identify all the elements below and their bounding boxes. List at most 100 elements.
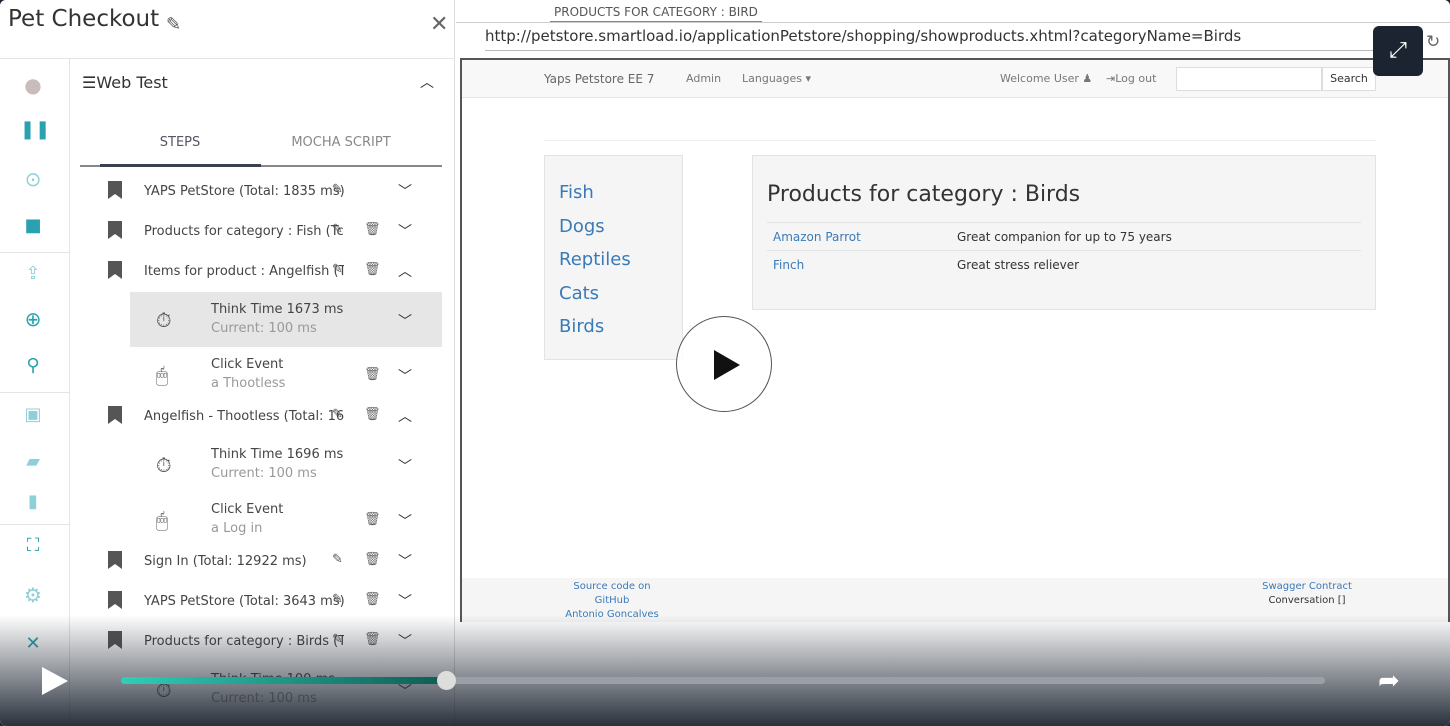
chevron-up-icon[interactable]: ︿ — [398, 261, 412, 281]
category-list: Fish Dogs Reptiles Cats Birds — [544, 155, 683, 360]
close-icon[interactable]: ✕ — [430, 12, 448, 37]
step-item[interactable]: YAPS PetStore (Total: 1835 ms) ✎ ﹀ — [80, 172, 442, 212]
trash-icon[interactable]: 🗑 — [364, 512, 381, 527]
product-link[interactable]: Finch — [773, 258, 804, 272]
test-title: Pet Checkout — [8, 6, 160, 32]
save-icon[interactable]: ▣ — [20, 404, 46, 425]
play-circle-icon[interactable]: ⊙ — [20, 167, 46, 191]
sub-step-title: Click Event — [211, 502, 284, 517]
nav-admin[interactable]: Admin — [686, 72, 721, 85]
tab-mocha-script[interactable]: MOCHA SCRIPT — [261, 135, 421, 150]
nav-welcome[interactable]: Welcome User ♟ — [1000, 72, 1092, 85]
category-link[interactable]: Reptiles — [559, 249, 631, 270]
site-search-button[interactable]: Search — [1322, 67, 1376, 91]
footer-conversation: Conversation [] — [1268, 595, 1346, 606]
trash-icon[interactable]: 🗑 — [364, 262, 381, 277]
step-label: YAPS PetStore (Total: 3643 ms) — [144, 594, 344, 609]
tab-steps[interactable]: STEPS — [100, 135, 260, 150]
chevron-up-icon[interactable]: ︿ — [398, 406, 412, 426]
edit-icon[interactable]: ✎ — [332, 222, 343, 237]
video-controls-overlay — [0, 615, 1450, 726]
edit-icon[interactable]: ✎ — [332, 552, 343, 567]
footer-github[interactable]: GitHub — [552, 594, 672, 608]
category-link[interactable]: Fish — [559, 182, 594, 203]
expand-icon[interactable]: ⤢ — [1373, 26, 1423, 76]
chevron-down-icon[interactable]: ﹀ — [398, 181, 412, 201]
sub-step[interactable]: 🖱 Click Event a Thootless 🗑 ﹀ — [130, 347, 442, 402]
trash-icon[interactable]: 🗑 — [364, 407, 381, 422]
play-icon[interactable] — [42, 667, 68, 695]
pause-icon[interactable]: ❚❚ — [20, 119, 50, 140]
url-bar[interactable]: http://petstore.smartload.io/application… — [485, 27, 1375, 51]
trash-icon[interactable]: 🗑 — [364, 592, 381, 607]
step-item[interactable]: Products for category : Fish (Tc ✎ 🗑 ﹀ — [80, 212, 442, 252]
step-label: Products for category : Fish (Tc — [144, 224, 344, 239]
share-icon[interactable]: ➦ — [1378, 666, 1400, 696]
chevron-down-icon[interactable]: ﹀ — [398, 366, 412, 386]
edit-icon[interactable]: ✎ — [332, 407, 343, 422]
product-desc: Great companion for up to 75 years — [957, 230, 1172, 244]
upload-icon[interactable]: ⇪ — [20, 263, 46, 284]
step-item[interactable]: Sign In (Total: 12922 ms) ✎ 🗑 ﹀ — [80, 542, 442, 582]
edit-icon[interactable]: ✎ — [332, 262, 343, 277]
product-link[interactable]: Amazon Parrot — [773, 230, 861, 244]
settings-icon[interactable]: ⚙ — [20, 583, 46, 607]
divider — [544, 140, 1376, 141]
fullscreen-icon[interactable]: ⛶ — [20, 535, 46, 556]
trash-icon[interactable]: 🗑 — [364, 222, 381, 237]
category-link[interactable]: Birds — [559, 316, 604, 337]
active-tab-indicator — [100, 164, 261, 167]
add-circle-icon[interactable]: ⊕ — [20, 307, 46, 331]
nav-logout[interactable]: ⇥Log out — [1106, 72, 1156, 85]
bookmark-icon — [108, 591, 122, 609]
nav-languages[interactable]: Languages ▾ — [742, 72, 811, 85]
chevron-down-icon[interactable]: ﹀ — [398, 591, 412, 611]
progress-knob[interactable] — [437, 671, 457, 690]
sub-step-detail: a Log in — [211, 521, 263, 536]
sub-step[interactable]: ⏱ Think Time 1673 ms Current: 100 ms ﹀ — [130, 292, 442, 347]
step-item[interactable]: Items for product : Angelfish (T ✎ 🗑 ︿ — [80, 252, 442, 292]
center-play-button[interactable] — [676, 316, 772, 412]
list-icon: ☰ — [82, 73, 97, 92]
edit-icon[interactable]: ✎ — [332, 182, 343, 197]
category-link[interactable]: Dogs — [559, 216, 605, 237]
chevron-down-icon[interactable]: ﹀ — [398, 551, 412, 571]
site-search-input[interactable] — [1176, 67, 1322, 91]
browser-tab[interactable]: PRODUCTS FOR CATEGORY : BIRD — [550, 5, 762, 23]
sub-step-detail: Current: 100 ms — [211, 321, 317, 336]
bookmark-icon — [108, 551, 122, 569]
divider — [0, 252, 70, 253]
bookmark-icon — [108, 261, 122, 279]
category-link[interactable]: Cats — [559, 283, 599, 304]
product-row: Amazon Parrot Great companion for up to … — [767, 222, 1361, 250]
footer-source[interactable]: Source code on — [552, 580, 672, 594]
products-heading: Products for category : Birds — [767, 182, 1081, 207]
folder-open-icon[interactable]: ▰ — [20, 451, 46, 472]
bookmark-icon — [108, 181, 122, 199]
record-icon[interactable]: ● — [20, 73, 46, 97]
chevron-down-icon[interactable]: ﹀ — [398, 221, 412, 241]
chevron-down-icon[interactable]: ﹀ — [398, 311, 412, 331]
products-panel: Products for category : Birds Amazon Par… — [752, 155, 1376, 310]
site-brand[interactable]: Yaps Petstore EE 7 — [544, 72, 654, 86]
divider — [456, 22, 1450, 23]
search-icon[interactable]: ⚲ — [20, 355, 46, 376]
video-frame: Pet Checkout ✎ ✕ ● ❚❚ ⊙ ■ ⇪ ⊕ ⚲ ▣ ▰ ▮ ⛶ … — [0, 0, 1450, 726]
collapse-chevron-icon[interactable]: ︿ — [420, 72, 434, 92]
stop-icon[interactable]: ■ — [20, 215, 46, 236]
sub-step[interactable]: 🖱 Click Event a Log in 🗑 ﹀ — [130, 492, 442, 547]
footer-swagger[interactable]: Swagger Contract — [1242, 580, 1372, 594]
site-navbar: Yaps Petstore EE 7 Admin Languages ▾ Wel… — [462, 60, 1448, 98]
reload-icon[interactable]: ↻ — [1426, 32, 1440, 52]
edit-icon[interactable]: ✎ — [332, 592, 343, 607]
bookmark-icon — [108, 221, 122, 239]
chevron-down-icon[interactable]: ﹀ — [398, 511, 412, 531]
trash-icon[interactable]: 🗑 — [364, 552, 381, 567]
file-icon[interactable]: ▮ — [20, 491, 46, 512]
sub-step[interactable]: ⏱ Think Time 1696 ms Current: 100 ms ﹀ — [130, 437, 442, 492]
step-item[interactable]: Angelfish - Thootless (Total: 16 ✎ 🗑 ︿ — [80, 397, 442, 437]
video-progress-slider[interactable] — [121, 671, 1325, 690]
edit-title-icon[interactable]: ✎ — [166, 14, 181, 35]
chevron-down-icon[interactable]: ﹀ — [398, 456, 412, 476]
trash-icon[interactable]: 🗑 — [364, 367, 381, 382]
